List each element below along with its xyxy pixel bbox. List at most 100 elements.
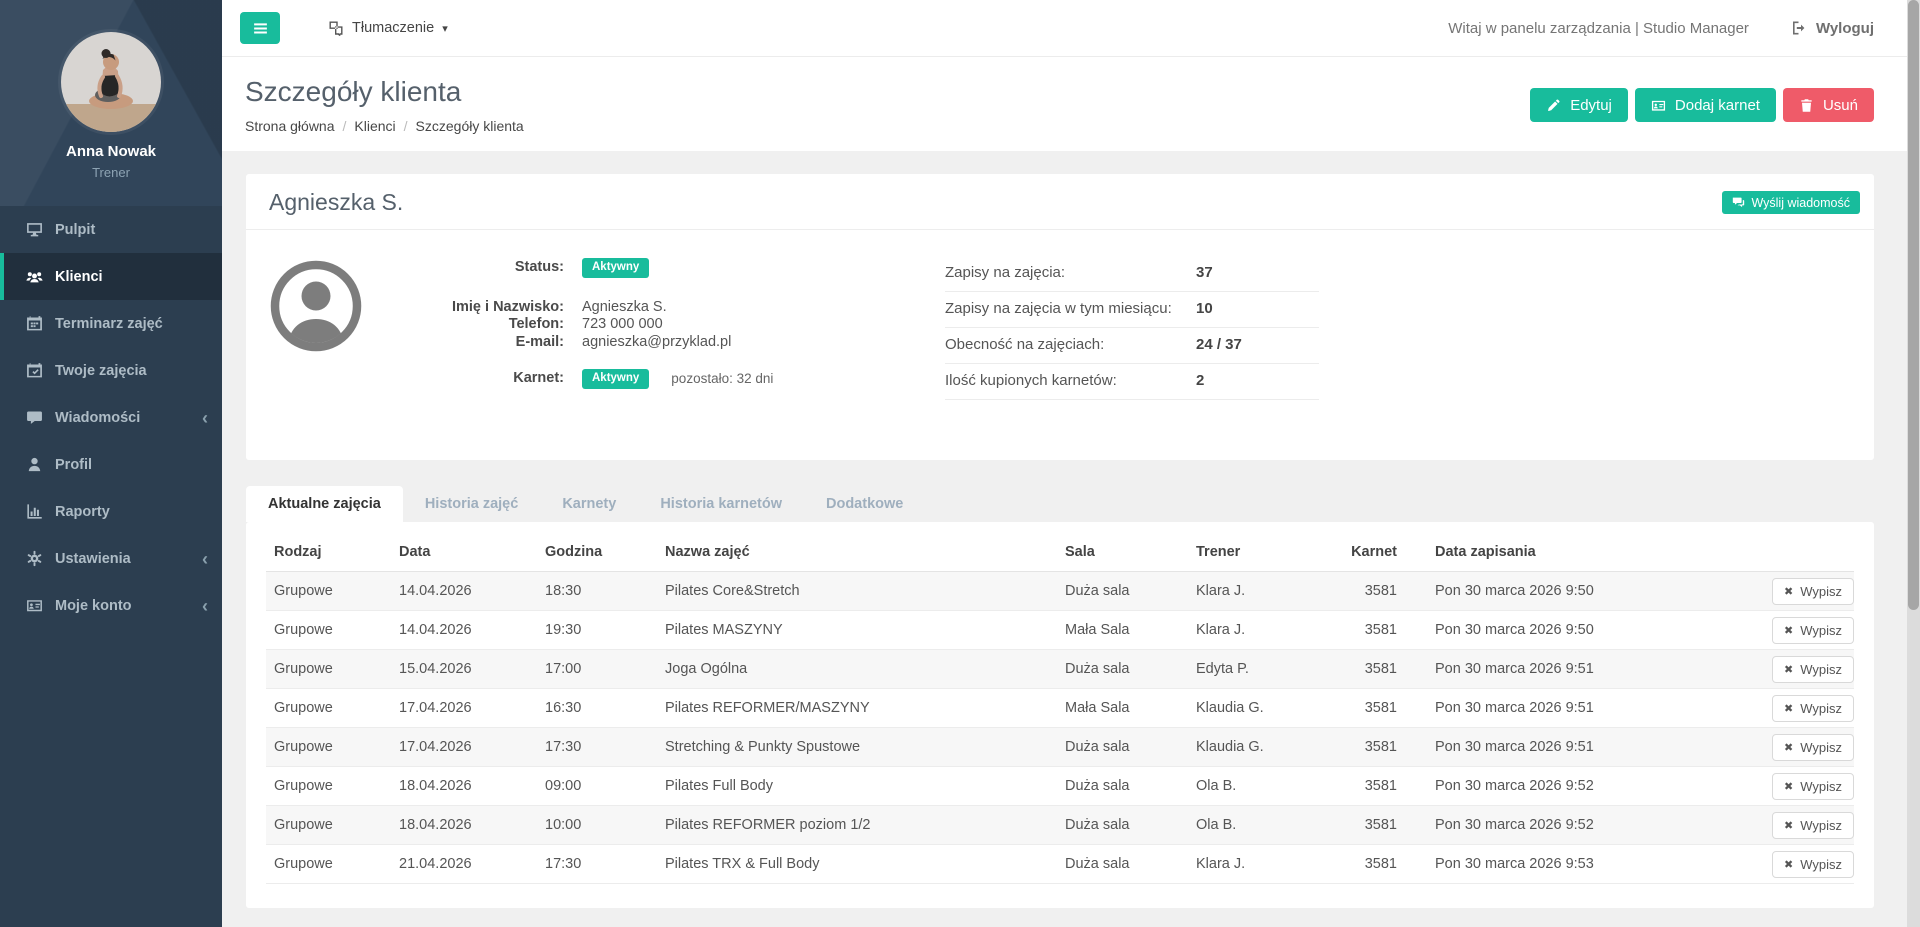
close-icon: ✖ [1784,625,1793,636]
table-row: Grupowe18.04.202610:00Pilates REFORMER p… [266,806,1854,845]
unsubscribe-label: Wypisz [1800,584,1842,599]
table-cell: Grupowe [266,728,399,767]
delete-button[interactable]: Usuń [1783,88,1874,122]
sidebar-item-moje-konto[interactable]: Moje konto‹ [0,582,222,629]
calendar-check-icon [26,362,43,379]
sidebar-item-raporty[interactable]: Raporty [0,488,222,535]
sidebar-item-twoje-zajecia[interactable]: Twoje zajęcia [0,347,222,394]
breadcrumb-separator: / [343,118,347,134]
field-label: Telefon: [374,316,564,334]
table-cell: 3581 [1307,572,1397,611]
tab-historia-zajec[interactable]: Historia zajęć [403,486,541,522]
breadcrumb-item-strona-glowna[interactable]: Strona główna [245,118,335,134]
vertical-scrollbar[interactable] [1907,0,1920,927]
pass-label: Karnet: [374,370,564,388]
table-cell: 18.04.2026 [399,767,545,806]
table-cell: Pon 30 marca 2026 9:51 [1397,728,1752,767]
table-cell: Ola B. [1196,767,1307,806]
table-cell: 3581 [1307,767,1397,806]
translate-dropdown[interactable]: Tłumaczenie ▾ [328,20,448,36]
column-header-godzina: Godzina [545,532,665,572]
add-pass-button-label: Dodaj karnet [1675,97,1760,114]
send-message-label: Wyślij wiadomość [1751,196,1850,210]
unsubscribe-button[interactable]: ✖Wypisz [1772,734,1854,761]
tab-karnety[interactable]: Karnety [540,486,638,522]
translate-label: Tłumaczenie [352,20,434,36]
sidebar-item-pulpit[interactable]: Pulpit [0,206,222,253]
client-name: Agnieszka S. [269,189,403,216]
unsubscribe-button[interactable]: ✖Wypisz [1772,851,1854,878]
table-cell: 18.04.2026 [399,806,545,845]
table-cell: 15.04.2026 [399,650,545,689]
column-header-data-zapisania: Data zapisania [1397,532,1752,572]
close-icon: ✖ [1784,781,1793,792]
stat-label: Ilość kupionych karnetów: [945,372,1196,389]
status-label: Status: [374,259,564,277]
unsubscribe-label: Wypisz [1800,818,1842,833]
unsubscribe-label: Wypisz [1800,623,1842,638]
table-header-row: RodzajDataGodzinaNazwa zajęćSalaTrenerKa… [266,532,1854,572]
table-cell: 17:00 [545,650,665,689]
table-cell: Pon 30 marca 2026 9:50 [1397,611,1752,650]
edit-button-label: Edytuj [1570,97,1612,114]
stat-row: Zapisy na zajęcia:37 [945,256,1319,292]
table-cell: Pilates MASZYNY [665,611,1065,650]
table-cell: 21.04.2026 [399,845,545,884]
table-cell: 18:30 [545,572,665,611]
send-message-button[interactable]: Wyślij wiadomość [1722,191,1860,214]
user-avatar [61,32,161,132]
tab-dodatkowe[interactable]: Dodatkowe [804,486,925,522]
unsubscribe-label: Wypisz [1800,740,1842,755]
close-icon: ✖ [1784,820,1793,831]
unsubscribe-button[interactable]: ✖Wypisz [1772,656,1854,683]
table-cell: Pon 30 marca 2026 9:52 [1397,806,1752,845]
table-cell: 3581 [1307,650,1397,689]
table-cell: 09:00 [545,767,665,806]
close-icon: ✖ [1784,859,1793,870]
unsubscribe-button[interactable]: ✖ Wypisz [1772,812,1854,839]
table-cell: 3581 [1307,728,1397,767]
tab-historia-karnetow[interactable]: Historia karnetów [638,486,804,522]
unsubscribe-label: Wypisz [1800,701,1842,716]
stat-row: Zapisy na zajęcia w tym miesiącu:10 [945,292,1319,328]
main-area: Tłumaczenie ▾ Witaj w panelu zarządzania… [222,0,1920,927]
table-cell-actions: ✖Wypisz [1752,845,1854,884]
sidebar-item-terminarz-zajec[interactable]: Terminarz zajęć [0,300,222,347]
table-cell-actions: ✖ Wypisz [1752,611,1854,650]
table-cell: Ola B. [1196,806,1307,845]
unsubscribe-button[interactable]: ✖ Wypisz [1772,617,1854,644]
table-row: Grupowe18.04.202609:00Pilates Full BodyD… [266,767,1854,806]
table-cell: 16:30 [545,689,665,728]
sidebar-item-wiadomosci[interactable]: Wiadomości‹ [0,394,222,441]
breadcrumb-separator: / [404,118,408,134]
sidebar-item-ustawienia[interactable]: Ustawienia‹ [0,535,222,582]
translate-icon [328,20,344,36]
id-card-icon [26,597,43,614]
app-window: Anna Nowak Trener PulpitKlienciTerminarz… [0,0,1920,927]
tab-aktualne-zajecia[interactable]: Aktualne zajęcia [246,486,403,522]
field-label: E-mail: [374,334,564,352]
sidebar-item-klienci[interactable]: Klienci [0,253,222,300]
id-card-icon [1651,98,1666,113]
field-value: Agnieszka S. [582,299,667,317]
add-pass-button[interactable]: Dodaj karnet [1635,88,1776,122]
unsubscribe-button[interactable]: ✖Wypisz [1772,578,1854,605]
table-cell: 3581 [1307,806,1397,845]
caret-down-icon: ▾ [442,22,448,35]
breadcrumb-item-klienci[interactable]: Klienci [354,118,395,134]
column-header-sala: Sala [1065,532,1196,572]
logout-label: Wyloguj [1816,20,1874,37]
edit-button[interactable]: Edytuj [1530,88,1628,122]
sidebar-item-profil[interactable]: Profil [0,441,222,488]
chevron-left-icon: ‹ [202,550,208,568]
stat-label: Zapisy na zajęcia w tym miesiącu: [945,300,1196,317]
sidebar-toggle-button[interactable] [240,12,280,44]
unsubscribe-button[interactable]: ✖ Wypisz [1772,773,1854,800]
pass-status-badge: Aktywny [582,369,649,389]
scrollbar-thumb[interactable] [1908,0,1919,610]
table-cell: 17.04.2026 [399,728,545,767]
logout-button[interactable]: Wyloguj [1791,20,1874,37]
unsubscribe-button[interactable]: ✖Wypisz [1772,695,1854,722]
sidebar-item-label: Profil [55,457,92,473]
unsubscribe-label: Wypisz [1800,779,1842,794]
